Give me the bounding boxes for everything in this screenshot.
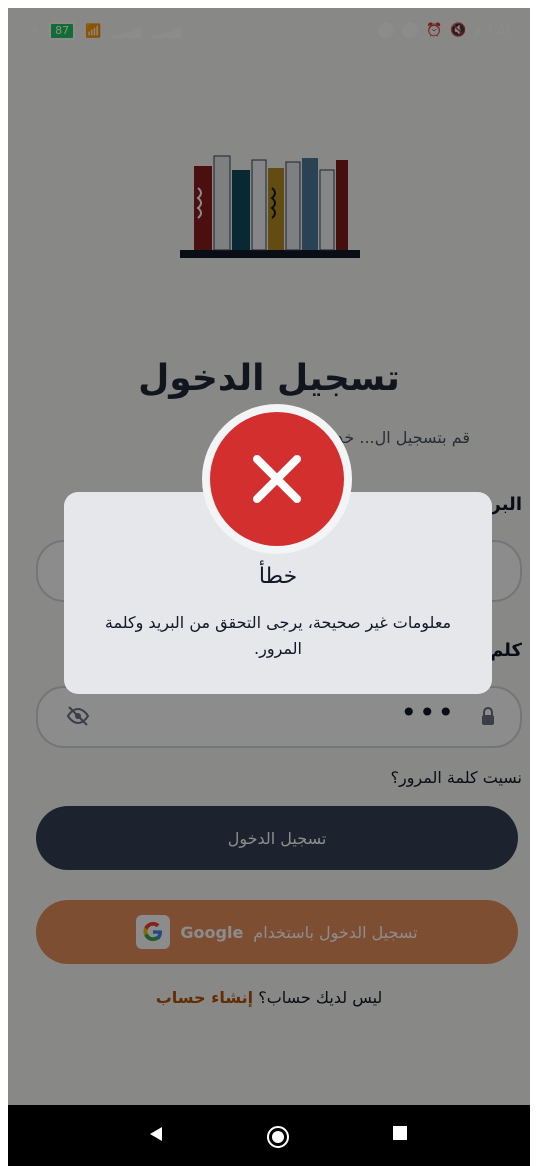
back-icon[interactable] <box>148 1125 164 1143</box>
error-badge <box>202 404 352 554</box>
error-circle <box>210 412 344 546</box>
home-icon[interactable] <box>266 1125 290 1149</box>
recent-apps-icon[interactable] <box>392 1125 408 1141</box>
error-message: معلومات غير صحيحة، يرجى التحقق من البريد… <box>104 613 452 658</box>
phone-frame: ⚡ 87 📶 ▂▃▅ ▂▃▅ ⏰ 🔇 ١:٥٤ م تسجيل الدخول ق… <box>0 0 538 1166</box>
error-title: خطأ <box>258 564 298 589</box>
system-navbar <box>8 1105 530 1166</box>
app-screen: ⚡ 87 📶 ▂▃▅ ▂▃▅ ⏰ 🔇 ١:٥٤ م تسجيل الدخول ق… <box>8 8 530 1105</box>
close-icon <box>253 455 301 503</box>
